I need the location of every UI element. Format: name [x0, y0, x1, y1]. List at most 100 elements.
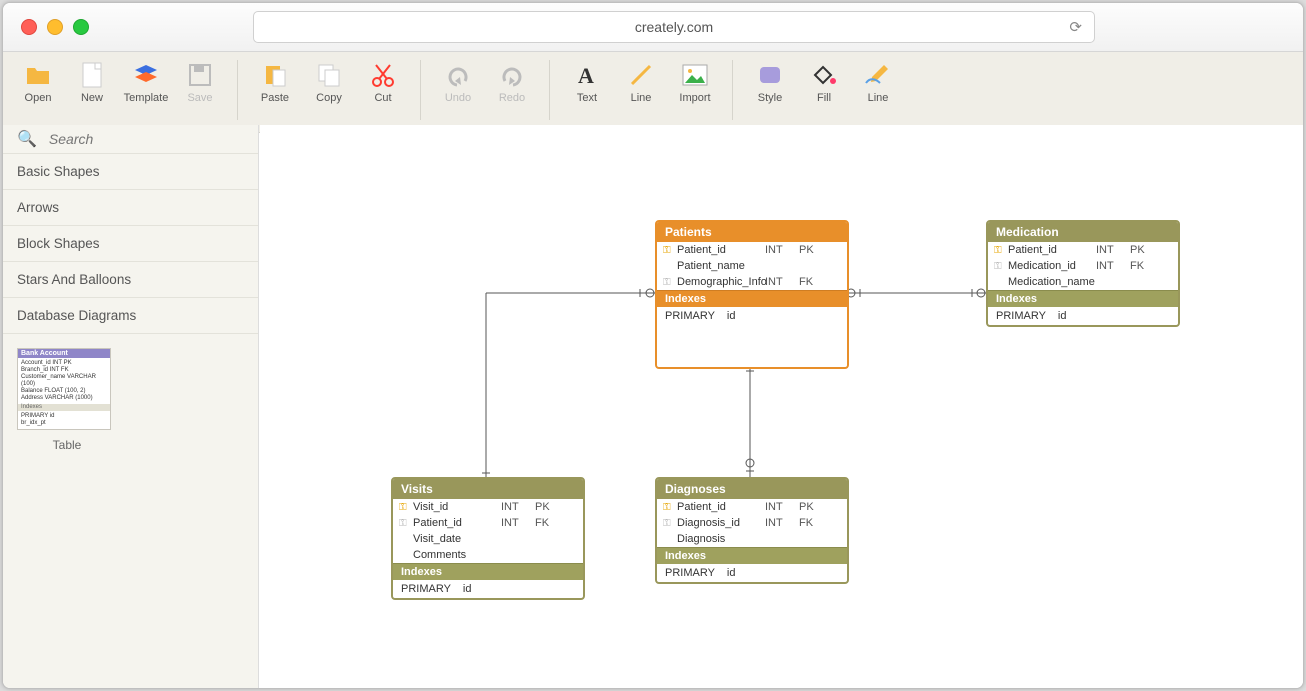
cut-button[interactable]: Cut [356, 56, 410, 108]
index-row: PRIMARYid [393, 580, 583, 598]
search-icon: 🔍 [17, 129, 37, 149]
indexes-header: Indexes [988, 290, 1178, 307]
field-type: INT [765, 276, 799, 288]
field-name: Patient_name [677, 260, 765, 272]
reload-icon[interactable]: ⟳ [1069, 18, 1082, 36]
field-type: INT [765, 244, 799, 256]
search-input[interactable] [47, 130, 231, 148]
import-icon [680, 60, 710, 90]
field-name: Medication_id [1008, 260, 1096, 272]
field-row: ⚿ Patient_id INT PK [657, 499, 847, 515]
style-button[interactable]: Style [743, 56, 797, 108]
field-row: Medication_name [988, 274, 1178, 290]
field-row: Visit_date [393, 531, 583, 547]
text-button[interactable]: AText [560, 56, 614, 108]
undo-icon [443, 60, 473, 90]
save-label: Save [187, 92, 212, 104]
close-window-button[interactable] [21, 19, 37, 35]
field-name: Visit_date [413, 533, 501, 545]
redo-label: Redo [499, 92, 525, 104]
field-type: INT [765, 501, 799, 513]
line-label: Line [631, 92, 652, 104]
fill-button[interactable]: Fill [797, 56, 851, 108]
thumb-idx-label: Indexes [18, 404, 110, 411]
field-key: PK [799, 501, 825, 513]
line2-label: Line [868, 92, 889, 104]
sidebar-category-2[interactable]: Block Shapes [3, 226, 258, 262]
sidebar-category-3[interactable]: Stars And Balloons [3, 262, 258, 298]
thumb-header: Bank Account [18, 349, 110, 358]
entity-diagnoses[interactable]: Diagnoses ⚿ Patient_id INT PK ⚿ Diagnosi… [655, 477, 849, 584]
indexes-header: Indexes [657, 547, 847, 564]
undo-label: Undo [445, 92, 471, 104]
sidebar-category-1[interactable]: Arrows [3, 190, 258, 226]
new-label: New [81, 92, 103, 104]
sidebar: 🔍 Basic ShapesArrowsBlock ShapesStars An… [3, 125, 259, 688]
app-content: 🔍 Basic ShapesArrowsBlock ShapesStars An… [3, 125, 1303, 688]
save-button: Save [173, 56, 227, 108]
line-icon [626, 60, 656, 90]
new-button[interactable]: New [65, 56, 119, 108]
field-row: ⚿ Medication_id INT FK [988, 258, 1178, 274]
undo-button: Undo [431, 56, 485, 108]
import-button[interactable]: Import [668, 56, 722, 108]
entity-title: Patients [657, 222, 847, 242]
index-row: PRIMARYid [988, 307, 1178, 325]
template-icon [131, 60, 161, 90]
redo-button: Redo [485, 56, 539, 108]
field-name: Medication_name [1008, 276, 1096, 288]
import-label: Import [679, 92, 710, 104]
thumb-box: Bank Account Account_id INT PKBranch_id … [17, 348, 111, 430]
field-row: ⚿ Visit_id INT PK [393, 499, 583, 515]
browser-window: creately.com ⟳ Open New Template Save Paste C… [2, 2, 1304, 689]
style-label: Style [758, 92, 782, 104]
field-name: Patient_id [677, 501, 765, 513]
sidebar-category-4[interactable]: Database Diagrams [3, 298, 258, 334]
line2-button[interactable]: Line [851, 56, 905, 108]
minimize-window-button[interactable] [47, 19, 63, 35]
url-text: creately.com [635, 19, 713, 35]
address-bar[interactable]: creately.com ⟳ [253, 11, 1095, 43]
entity-title: Diagnoses [657, 479, 847, 499]
field-key: FK [535, 517, 561, 529]
open-button[interactable]: Open [11, 56, 65, 108]
entity-medication[interactable]: Medication ⚿ Patient_id INT PK ⚿ Medicat… [986, 220, 1180, 327]
template-button[interactable]: Template [119, 56, 173, 108]
diagram-canvas[interactable]: Patients ⚿ Patient_id INT PK Patient_nam… [260, 125, 1303, 688]
entity-visits[interactable]: Visits ⚿ Visit_id INT PK ⚿ Patient_id IN… [391, 477, 585, 600]
field-type: INT [501, 501, 535, 513]
shape-search[interactable]: 🔍 [3, 125, 258, 154]
template-label: Template [124, 92, 169, 104]
index-row: PRIMARYid [657, 307, 847, 325]
line-button[interactable]: Line [614, 56, 668, 108]
key-icon: ⚿ [994, 261, 1008, 272]
field-name: Comments [413, 549, 501, 561]
field-row: ⚿ Diagnosis_id INT FK [657, 515, 847, 531]
style-icon [755, 60, 785, 90]
field-type: INT [765, 517, 799, 529]
field-type: INT [1096, 260, 1130, 272]
field-type: INT [501, 517, 535, 529]
field-key: PK [535, 501, 561, 513]
field-row: Diagnosis [657, 531, 847, 547]
shape-thumbnail[interactable]: Bank Account Account_id INT PKBranch_id … [17, 348, 117, 452]
field-name: Patient_id [677, 244, 765, 256]
new-icon [77, 60, 107, 90]
entity-title: Visits [393, 479, 583, 499]
field-name: Diagnosis_id [677, 517, 765, 529]
field-row: ⚿ Demographic_Info INT FK [657, 274, 847, 290]
copy-button[interactable]: Copy [302, 56, 356, 108]
indexes-header: Indexes [393, 563, 583, 580]
fill-icon [809, 60, 839, 90]
field-row: Patient_name [657, 258, 847, 274]
copy-label: Copy [316, 92, 342, 104]
field-name: Demographic_Info [677, 276, 765, 288]
entity-patients[interactable]: Patients ⚿ Patient_id INT PK Patient_nam… [655, 220, 849, 369]
paste-button[interactable]: Paste [248, 56, 302, 108]
connectors [260, 125, 1304, 689]
sidebar-category-0[interactable]: Basic Shapes [3, 154, 258, 190]
key-icon: ⚿ [663, 245, 677, 256]
indexes-header: Indexes [657, 290, 847, 307]
text-icon: A [572, 60, 602, 90]
maximize-window-button[interactable] [73, 19, 89, 35]
